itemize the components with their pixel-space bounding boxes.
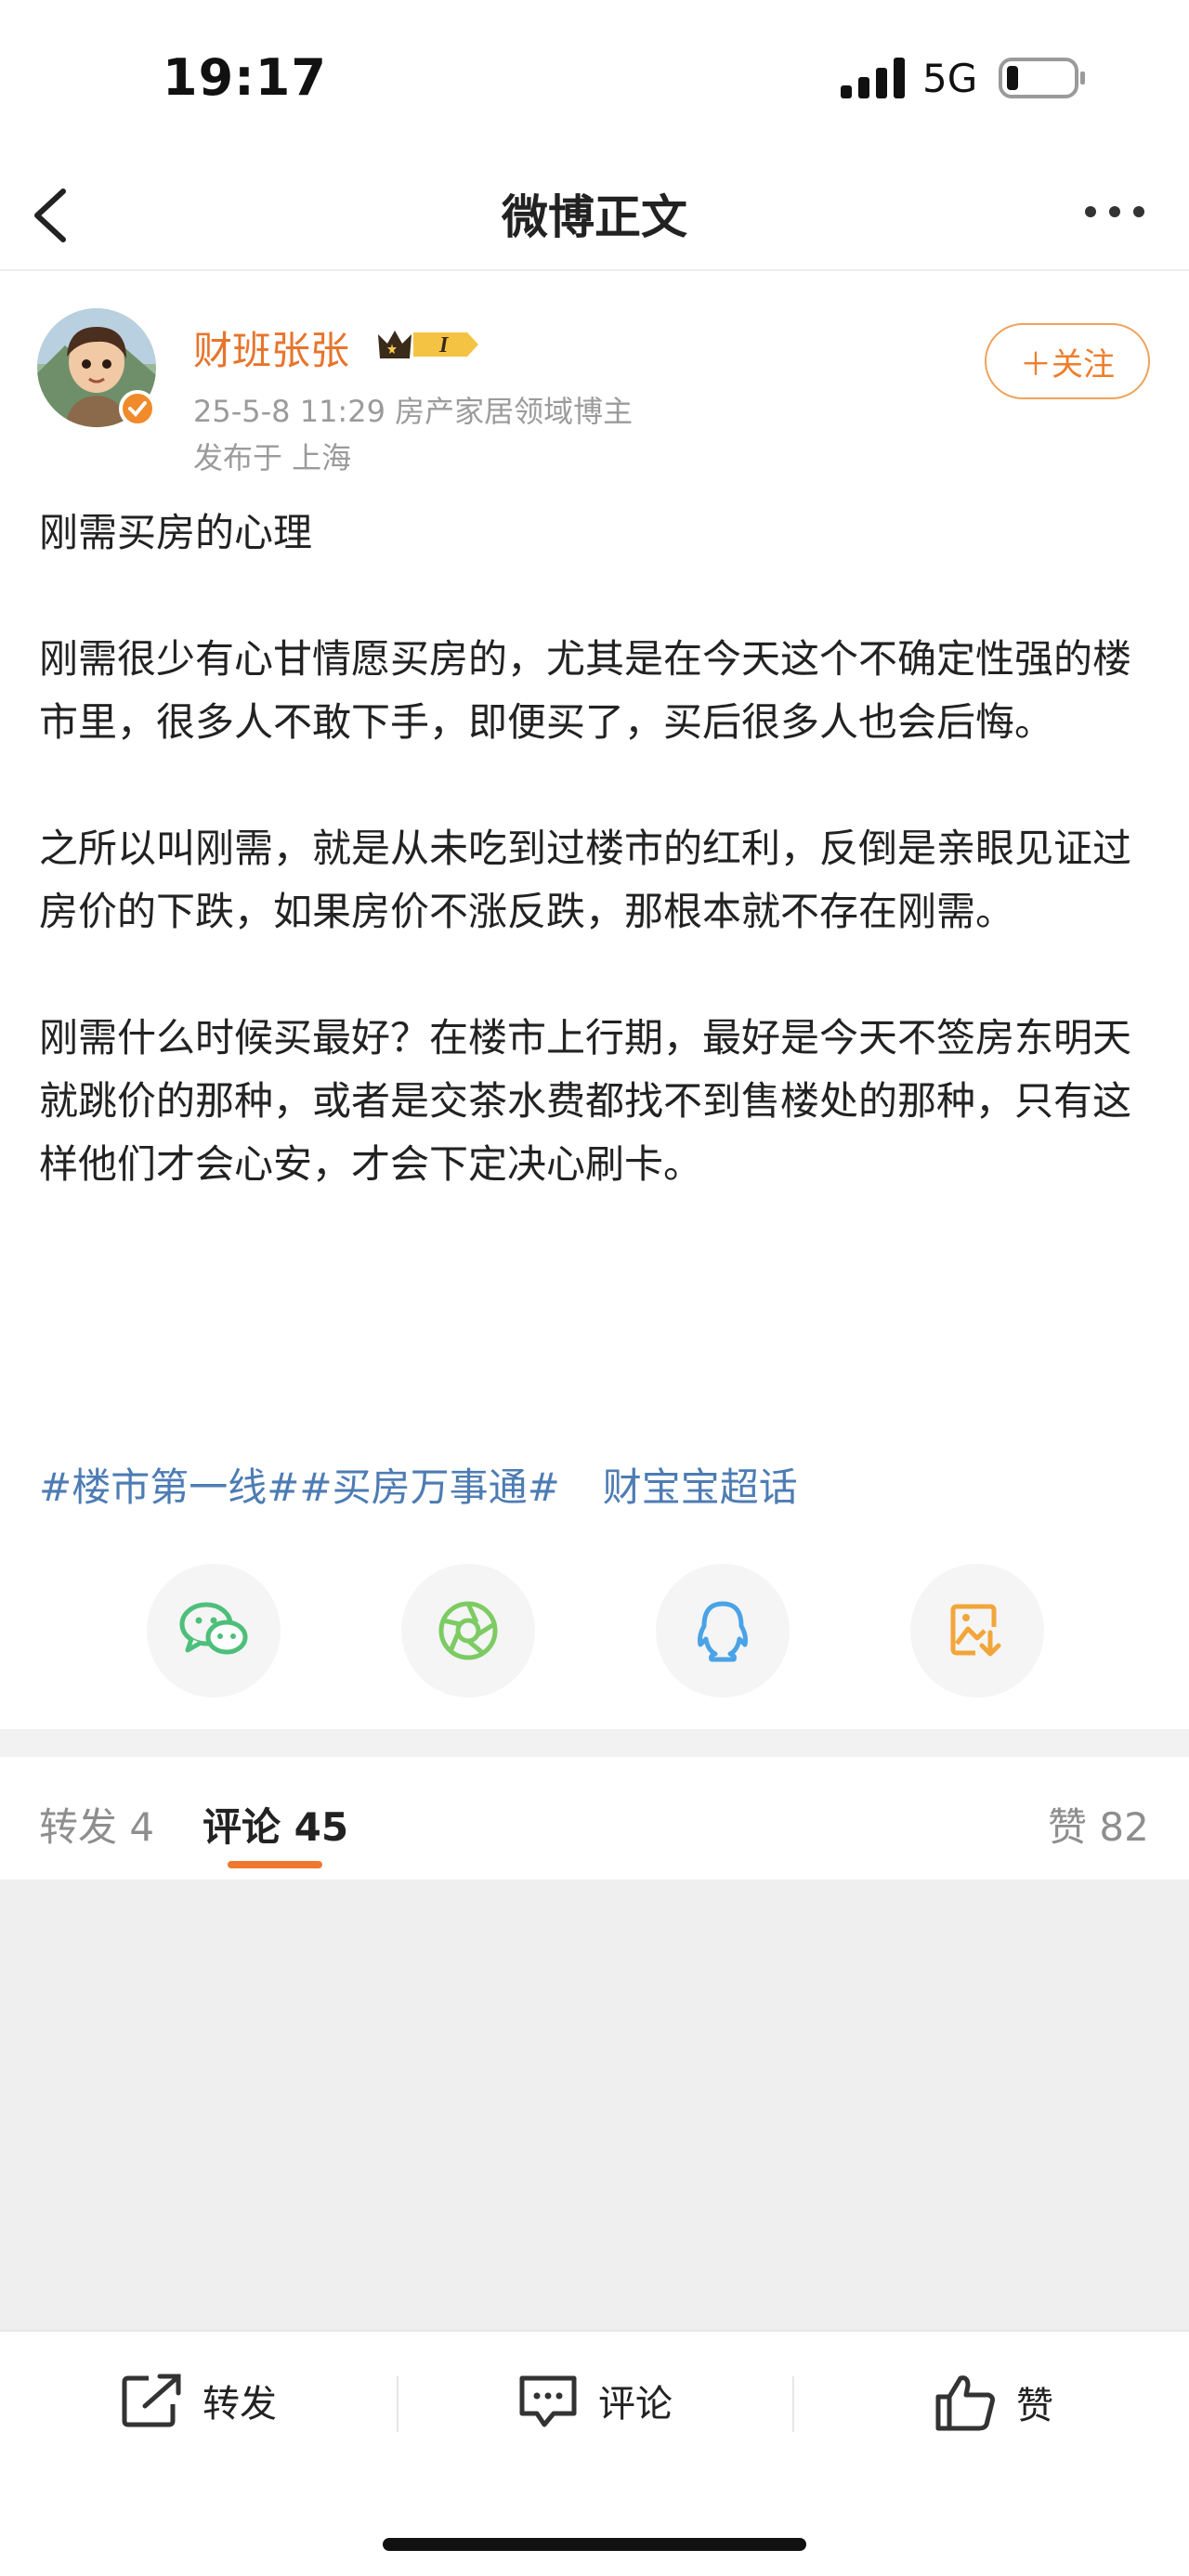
like-button[interactable]: 赞 bbox=[934, 2373, 1053, 2432]
network-label: 5G bbox=[922, 56, 978, 101]
post-body: 刚需买房的心理 刚需很少有心甘情愿买房的，尤其是在今天这个不确定性强的楼市里，很… bbox=[39, 501, 1154, 1196]
page-title: 微博正文 bbox=[502, 190, 687, 244]
home-indicator bbox=[383, 2538, 806, 2551]
author-name[interactable]: 财班张张 bbox=[193, 319, 349, 376]
status-time: 19:17 bbox=[163, 48, 327, 107]
active-tab-indicator bbox=[228, 1861, 322, 1868]
status-bar: 19:17 5G bbox=[0, 0, 1189, 158]
like-label: 赞 bbox=[1016, 2385, 1053, 2427]
divider bbox=[397, 2376, 399, 2432]
comment-button[interactable]: 评论 bbox=[516, 2373, 673, 2428]
svg-text:I: I bbox=[438, 333, 450, 358]
post-paragraph: 刚需很少有心甘情愿买房的，尤其是在今天这个不确定性强的楼市里，很多人不敢下手，即… bbox=[39, 636, 1132, 745]
verified-badge bbox=[119, 390, 156, 427]
nav-bar: 微博正文 bbox=[0, 158, 1189, 271]
battery-icon bbox=[999, 58, 1085, 98]
comment-icon bbox=[519, 2375, 577, 2427]
share-wechat-button[interactable] bbox=[147, 1564, 281, 1698]
post-title: 刚需买房的心理 bbox=[39, 510, 313, 555]
thumbs-up-icon bbox=[935, 2375, 995, 2431]
post-meta: 25-5-8 11:29 房产家居领域博主 bbox=[193, 394, 634, 429]
share-qq-button[interactable] bbox=[656, 1564, 790, 1698]
comment-list-area bbox=[0, 1880, 1189, 2330]
repost-label: 转发 bbox=[203, 2383, 277, 2426]
crown-badge-icon[interactable]: I bbox=[374, 323, 481, 366]
post-paragraph: 之所以叫刚需，就是从未吃到过楼市的红利，反倒是亲眼见证过房价的下跌，如果房价不涨… bbox=[39, 826, 1132, 934]
topic-link-2[interactable]: #买房万事通# bbox=[299, 1464, 559, 1510]
repost-icon bbox=[122, 2374, 181, 2427]
save-image-button[interactable] bbox=[910, 1564, 1044, 1698]
post-paragraph: 刚需什么时候买最好？在楼市上行期，最好是今天不签房东明天就跳价的那种，或者是交茶… bbox=[39, 1015, 1132, 1187]
qq-icon bbox=[698, 1601, 748, 1662]
supertopic-link[interactable]: 财宝宝超话 bbox=[603, 1464, 798, 1510]
wechat-icon bbox=[179, 1602, 248, 1655]
post-location: 发布于 上海 bbox=[193, 440, 352, 475]
divider bbox=[792, 2376, 794, 2432]
repost-button[interactable]: 转发 bbox=[121, 2373, 277, 2428]
comment-label: 评论 bbox=[598, 2383, 673, 2426]
share-moments-button[interactable] bbox=[401, 1564, 535, 1698]
topic-link-1[interactable]: #楼市第一线# bbox=[39, 1464, 299, 1510]
tab-reposts[interactable]: 转发 4 bbox=[39, 1796, 154, 1853]
more-icon[interactable] bbox=[1078, 193, 1152, 230]
tab-likes[interactable]: 赞 82 bbox=[1048, 1796, 1149, 1853]
topic-links: #楼市第一线##买房万事通# 财宝宝超话 bbox=[39, 1456, 798, 1513]
save-image-icon bbox=[950, 1604, 1001, 1657]
section-divider bbox=[0, 1729, 1189, 1757]
follow-button[interactable]: ＋关注 bbox=[985, 323, 1150, 399]
tab-comments[interactable]: 评论 45 bbox=[203, 1796, 348, 1853]
signal-icon bbox=[841, 58, 905, 98]
moments-icon bbox=[438, 1601, 498, 1660]
